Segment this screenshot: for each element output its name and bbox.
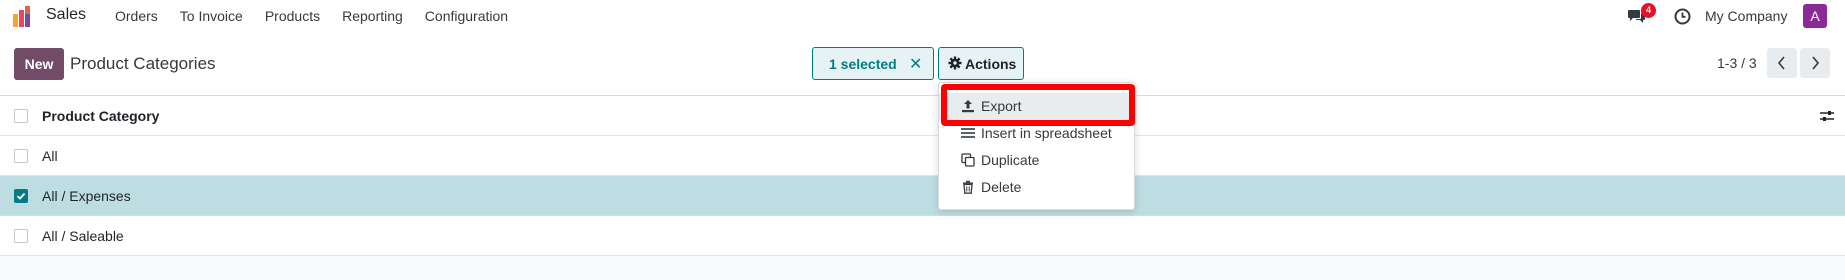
page-title: Product Categories xyxy=(70,54,216,73)
product-category-cell: All / Expenses xyxy=(42,188,131,204)
table-row[interactable]: All xyxy=(0,136,1845,176)
optional-columns-icon[interactable] xyxy=(1820,109,1834,123)
list-header-row: Product Category xyxy=(0,96,1845,136)
row-checkbox[interactable] xyxy=(14,229,28,243)
delete-label: Delete xyxy=(981,179,1022,195)
product-category-cell: All / Saleable xyxy=(42,228,124,244)
clear-selection-icon[interactable]: ✕ xyxy=(909,54,922,74)
chat-counter-badge: 4 xyxy=(1641,3,1656,18)
menu-item-products[interactable]: Products xyxy=(254,8,331,24)
selection-badge: 1 selected ✕ xyxy=(812,47,934,80)
sales-app-icon[interactable] xyxy=(12,5,36,27)
upload-icon xyxy=(962,100,974,113)
row-checkbox[interactable] xyxy=(14,149,28,163)
trash-icon xyxy=(963,180,973,194)
list-icon xyxy=(961,128,975,138)
menu-item-reporting[interactable]: Reporting xyxy=(331,8,414,24)
top-navbar: Sales Orders To Invoice Products Reporti… xyxy=(0,0,1845,32)
pager-previous-button[interactable] xyxy=(1767,48,1797,78)
gear-icon xyxy=(948,56,962,70)
table-row[interactable]: All / Expenses xyxy=(0,176,1845,216)
clock-icon[interactable] xyxy=(1674,8,1691,25)
select-all-checkbox[interactable] xyxy=(14,109,28,123)
menu-item-orders[interactable]: Orders xyxy=(104,8,169,24)
list-view: Product Category All All / Expenses All … xyxy=(0,96,1845,256)
product-category-cell: All xyxy=(42,148,58,164)
main-menu: Orders To Invoice Products Reporting Con… xyxy=(104,8,519,24)
company-switcher[interactable]: My Company xyxy=(1705,8,1787,24)
actions-button[interactable]: Actions xyxy=(938,47,1024,80)
duplicate-label: Duplicate xyxy=(981,152,1040,168)
menu-item-duplicate[interactable]: Duplicate xyxy=(939,147,1136,174)
control-panel: New Product Categories 1 selected ✕ Acti… xyxy=(0,32,1845,96)
table-row[interactable]: All / Saleable xyxy=(0,216,1845,256)
menu-item-insert-in-spreadsheet[interactable]: Insert in spreadsheet xyxy=(939,120,1136,147)
menu-item-to-invoice[interactable]: To Invoice xyxy=(169,8,254,24)
export-label: Export xyxy=(981,98,1022,114)
checkmark-icon xyxy=(16,192,26,200)
chevron-right-icon xyxy=(1812,56,1820,70)
column-header-product-category[interactable]: Product Category xyxy=(42,108,159,124)
row-checkbox[interactable] xyxy=(14,189,28,203)
menu-item-delete[interactable]: Delete xyxy=(939,174,1136,201)
actions-dropdown-menu: Export Insert in spreadsheet Duplicate D… xyxy=(938,82,1136,210)
new-button[interactable]: New xyxy=(14,48,64,80)
menu-item-export[interactable]: Export xyxy=(939,93,1136,120)
actions-label: Actions xyxy=(965,56,1017,72)
pager-value[interactable]: 1-3 / 3 xyxy=(1717,55,1757,71)
app-name[interactable]: Sales xyxy=(46,6,86,24)
insert-in-spreadsheet-label: Insert in spreadsheet xyxy=(981,125,1112,141)
user-avatar[interactable]: A xyxy=(1803,4,1827,28)
selection-count: 1 selected xyxy=(829,56,897,72)
pager-next-button[interactable] xyxy=(1800,48,1830,78)
menu-item-configuration[interactable]: Configuration xyxy=(414,8,519,24)
chevron-left-icon xyxy=(1777,56,1785,70)
copy-icon xyxy=(961,153,975,167)
